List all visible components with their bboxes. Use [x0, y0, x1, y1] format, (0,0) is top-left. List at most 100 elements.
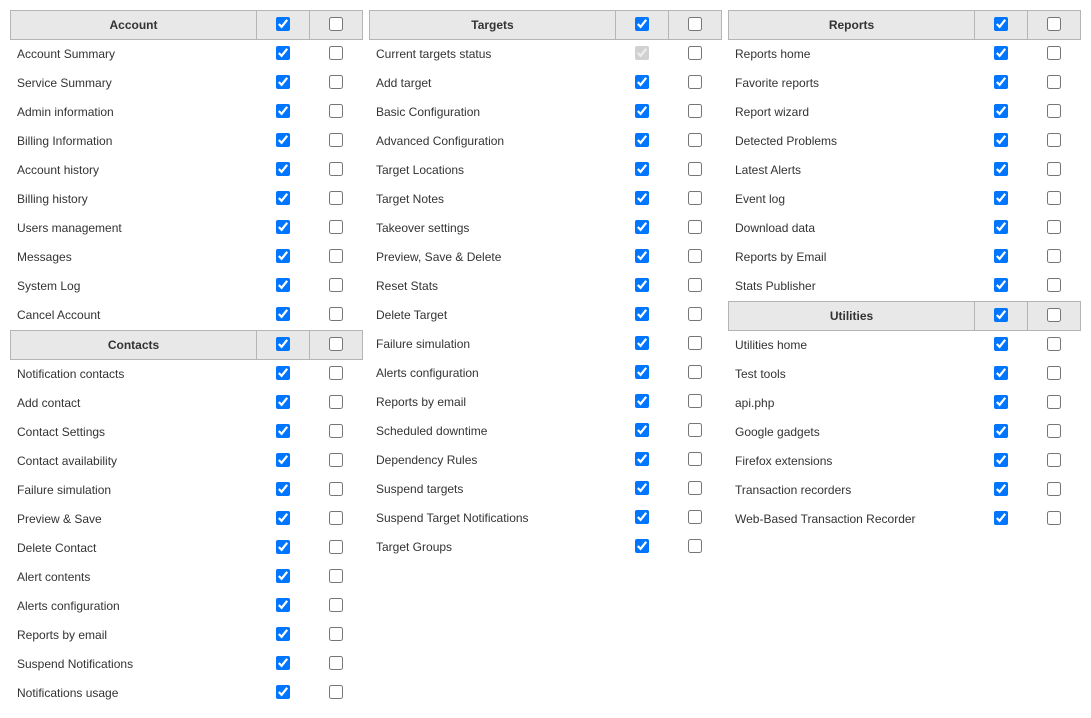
permission-checkbox-col2[interactable] [688, 307, 702, 321]
permission-checkbox-col1[interactable] [276, 220, 290, 234]
permission-checkbox-col2[interactable] [329, 46, 343, 60]
permission-checkbox-col1[interactable] [276, 482, 290, 496]
permission-checkbox-col2[interactable] [329, 162, 343, 176]
permission-checkbox-col2[interactable] [329, 133, 343, 147]
permission-checkbox-col2[interactable] [329, 75, 343, 89]
permission-checkbox-col1[interactable] [276, 685, 290, 699]
permission-checkbox-col2[interactable] [688, 162, 702, 176]
permission-checkbox-col1[interactable] [276, 46, 290, 60]
permission-checkbox-col2[interactable] [1047, 191, 1061, 205]
permission-checkbox-col2[interactable] [688, 365, 702, 379]
permission-checkbox-col1[interactable] [635, 220, 649, 234]
section-toggle-all-col1[interactable] [276, 337, 290, 351]
permission-checkbox-col2[interactable] [329, 453, 343, 467]
permission-checkbox-col2[interactable] [329, 220, 343, 234]
permission-checkbox-col2[interactable] [688, 510, 702, 524]
permission-checkbox-col2[interactable] [688, 133, 702, 147]
permission-checkbox-col2[interactable] [1047, 133, 1061, 147]
permission-checkbox-col1[interactable] [994, 482, 1008, 496]
permission-checkbox-col2[interactable] [688, 278, 702, 292]
permission-checkbox-col2[interactable] [688, 75, 702, 89]
section-toggle-all-col2[interactable] [1047, 308, 1061, 322]
permission-checkbox-col1[interactable] [276, 656, 290, 670]
permission-checkbox-col1[interactable] [635, 452, 649, 466]
permission-checkbox-col1[interactable] [276, 249, 290, 263]
permission-checkbox-col2[interactable] [1047, 220, 1061, 234]
permission-checkbox-col1[interactable] [994, 249, 1008, 263]
permission-checkbox-col2[interactable] [329, 482, 343, 496]
permission-checkbox-col1[interactable] [994, 104, 1008, 118]
section-toggle-all-col1[interactable] [994, 308, 1008, 322]
permission-checkbox-col2[interactable] [688, 46, 702, 60]
permission-checkbox-col1[interactable] [635, 133, 649, 147]
permission-checkbox-col2[interactable] [688, 191, 702, 205]
permission-checkbox-col2[interactable] [688, 220, 702, 234]
permission-checkbox-col2[interactable] [329, 598, 343, 612]
permission-checkbox-col1[interactable] [276, 598, 290, 612]
permission-checkbox-col1[interactable] [635, 365, 649, 379]
permission-checkbox-col1[interactable] [635, 162, 649, 176]
permission-checkbox-col1[interactable] [635, 307, 649, 321]
permission-checkbox-col1[interactable] [994, 191, 1008, 205]
permission-checkbox-col1[interactable] [276, 627, 290, 641]
permission-checkbox-col2[interactable] [1047, 278, 1061, 292]
permission-checkbox-col2[interactable] [329, 627, 343, 641]
permission-checkbox-col2[interactable] [1047, 337, 1061, 351]
permission-checkbox-col2[interactable] [329, 540, 343, 554]
permission-checkbox-col1[interactable] [635, 278, 649, 292]
permission-checkbox-col1[interactable] [994, 453, 1008, 467]
section-toggle-all-col2[interactable] [1047, 17, 1061, 31]
permission-checkbox-col2[interactable] [1047, 104, 1061, 118]
section-toggle-all-col2[interactable] [329, 17, 343, 31]
permission-checkbox-col1[interactable] [276, 424, 290, 438]
permission-checkbox-col1[interactable] [276, 133, 290, 147]
permission-checkbox-col2[interactable] [329, 569, 343, 583]
permission-checkbox-col1[interactable] [276, 104, 290, 118]
permission-checkbox-col1[interactable] [994, 366, 1008, 380]
permission-checkbox-col1[interactable] [994, 395, 1008, 409]
permission-checkbox-col2[interactable] [1047, 162, 1061, 176]
permission-checkbox-col2[interactable] [688, 336, 702, 350]
permission-checkbox-col1[interactable] [276, 162, 290, 176]
permission-checkbox-col2[interactable] [1047, 482, 1061, 496]
permission-checkbox-col2[interactable] [329, 104, 343, 118]
permission-checkbox-col2[interactable] [329, 366, 343, 380]
permission-checkbox-col2[interactable] [688, 452, 702, 466]
permission-checkbox-col2[interactable] [1047, 424, 1061, 438]
permission-checkbox-col2[interactable] [688, 394, 702, 408]
permission-checkbox-col1[interactable] [994, 162, 1008, 176]
permission-checkbox-col1[interactable] [276, 191, 290, 205]
permission-checkbox-col2[interactable] [688, 104, 702, 118]
section-toggle-all-col2[interactable] [688, 17, 702, 31]
permission-checkbox-col1[interactable] [276, 278, 290, 292]
permission-checkbox-col2[interactable] [1047, 453, 1061, 467]
permission-checkbox-col1[interactable] [276, 307, 290, 321]
permission-checkbox-col2[interactable] [1047, 46, 1061, 60]
permission-checkbox-col1[interactable] [635, 104, 649, 118]
permission-checkbox-col1[interactable] [635, 249, 649, 263]
permission-checkbox-col1[interactable] [635, 510, 649, 524]
permission-checkbox-col2[interactable] [329, 249, 343, 263]
permission-checkbox-col2[interactable] [329, 395, 343, 409]
permission-checkbox-col2[interactable] [329, 656, 343, 670]
permission-checkbox-col1[interactable] [276, 395, 290, 409]
permission-checkbox-col1[interactable] [276, 453, 290, 467]
permission-checkbox-col1[interactable] [635, 539, 649, 553]
permission-checkbox-col2[interactable] [329, 424, 343, 438]
permission-checkbox-col2[interactable] [688, 249, 702, 263]
permission-checkbox-col1[interactable] [276, 569, 290, 583]
permission-checkbox-col1[interactable] [635, 481, 649, 495]
permission-checkbox-col1[interactable] [276, 540, 290, 554]
permission-checkbox-col1[interactable] [276, 75, 290, 89]
permission-checkbox-col1[interactable] [994, 511, 1008, 525]
permission-checkbox-col1[interactable] [635, 75, 649, 89]
permission-checkbox-col1[interactable] [994, 424, 1008, 438]
permission-checkbox-col2[interactable] [688, 423, 702, 437]
section-toggle-all-col1[interactable] [635, 17, 649, 31]
permission-checkbox-col2[interactable] [329, 278, 343, 292]
permission-checkbox-col2[interactable] [1047, 249, 1061, 263]
permission-checkbox-col2[interactable] [329, 685, 343, 699]
permission-checkbox-col1[interactable] [994, 337, 1008, 351]
permission-checkbox-col1[interactable] [994, 46, 1008, 60]
permission-checkbox-col2[interactable] [1047, 511, 1061, 525]
